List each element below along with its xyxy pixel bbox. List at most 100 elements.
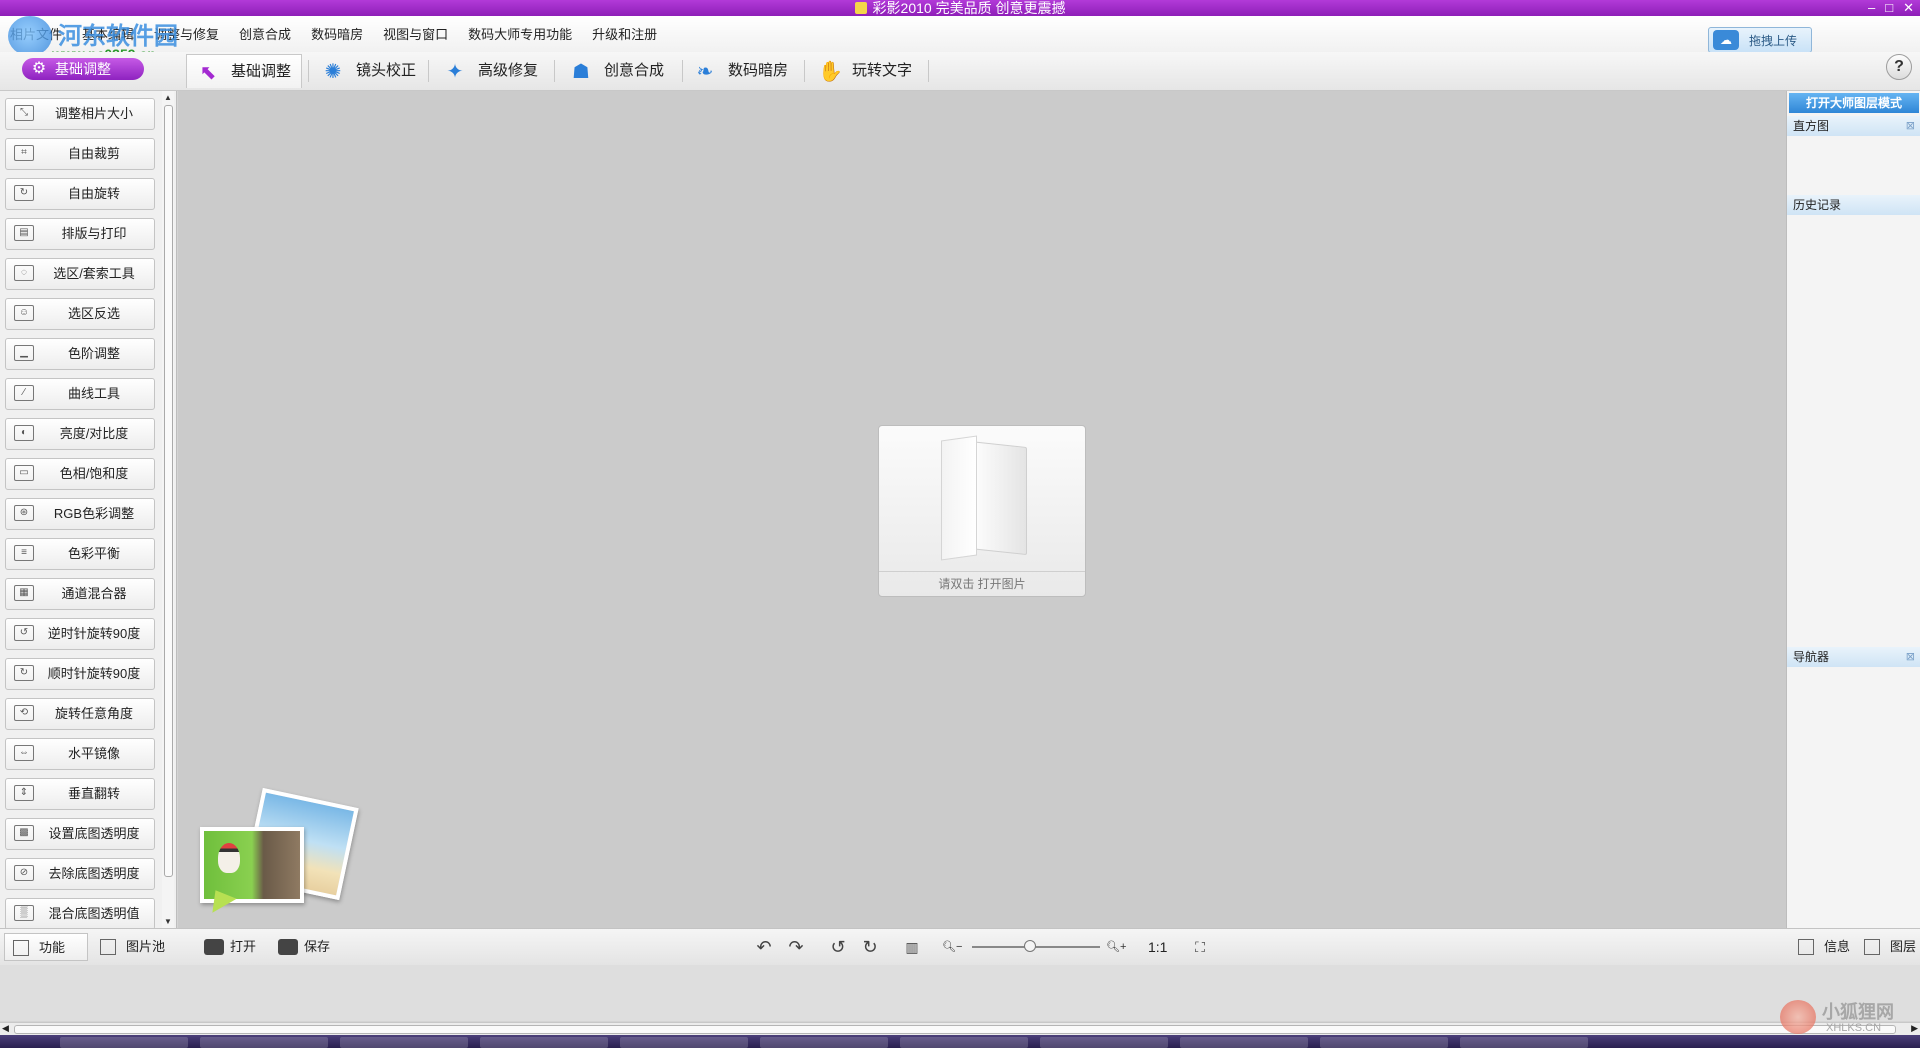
tool-levels[interactable]: ▁ 色阶调整 — [5, 338, 155, 370]
tool-remove-base-opacity[interactable]: ⊘ 去除底图透明度 — [5, 858, 155, 890]
taskbar-item[interactable] — [900, 1037, 1028, 1048]
compare-icon[interactable]: ▥ — [900, 935, 924, 959]
maximize-button[interactable]: □ — [1885, 0, 1893, 16]
tool-label: 逆时针旋转90度 — [47, 626, 141, 641]
tool-free-rotate[interactable]: ↻ 自由旋转 — [5, 178, 155, 210]
menu-item-creative-compose[interactable]: 创意合成 — [239, 24, 291, 43]
flip-vertical-icon: ⇕ — [14, 785, 34, 801]
tool-lasso[interactable]: ◌ 选区/套索工具 — [5, 258, 155, 290]
tab-lens-correction[interactable]: ✺ 镜头校正 — [312, 54, 424, 88]
aperture-icon: ✺ — [324, 61, 342, 83]
photo-pool-thumbnail[interactable] — [200, 787, 359, 917]
tab-function[interactable]: 功能 — [4, 933, 88, 961]
tool-horizontal-mirror[interactable]: ⇔ 水平镜像 — [5, 738, 155, 770]
tool-color-balance[interactable]: ≡ 色彩平衡 — [5, 538, 155, 570]
tool-layout-print[interactable]: ▤ 排版与打印 — [5, 218, 155, 250]
menu-bar: 相片文件 基本编辑 调整与修复 创意合成 数码暗房 视图与窗口 数码大师专用功能… — [0, 16, 1920, 53]
tool-blend-base-opacity[interactable]: ▒ 混合底图透明值 — [5, 898, 155, 930]
tab-separator — [928, 60, 929, 82]
crop-arrow-icon: ⬉ — [199, 62, 217, 84]
open-image-card[interactable]: 请双击 打开图片 — [878, 425, 1086, 597]
tab-separator — [308, 60, 309, 82]
tool-rotate-ccw-90[interactable]: ↺ 逆时针旋转90度 — [5, 618, 155, 650]
drag-upload-button[interactable]: ☁ 拖拽上传 — [1708, 27, 1812, 53]
menu-item-darkroom[interactable]: 数码暗房 — [311, 24, 363, 43]
zoom-out-icon[interactable]: 🔍︎− — [942, 940, 962, 953]
tab-layers[interactable]: 图层 — [1856, 933, 1918, 961]
undo-icon[interactable]: ↶ — [752, 935, 776, 959]
tool-label: 去除底图透明度 — [48, 866, 140, 881]
close-icon[interactable]: ⊠ — [1906, 647, 1915, 667]
tool-curves[interactable]: ∕ 曲线工具 — [5, 378, 155, 410]
taskbar-item[interactable] — [1320, 1037, 1448, 1048]
fit-screen-icon[interactable]: ⛶ — [1188, 935, 1212, 959]
tab-picture-pool[interactable]: 图片池 — [92, 933, 176, 961]
tool-channel-mixer[interactable]: ▦ 通道混合器 — [5, 578, 155, 610]
tool-label: 水平镜像 — [67, 746, 120, 761]
menu-item-upgrade-register[interactable]: 升级和注册 — [592, 24, 657, 43]
tab-advanced-repair[interactable]: ✦ 高级修复 — [434, 54, 550, 88]
close-icon[interactable]: ⊠ — [1906, 116, 1915, 136]
scroll-left-icon[interactable]: ◀ — [2, 1023, 9, 1034]
tool-rotate-any-angle[interactable]: ⟲ 旋转任意角度 — [5, 698, 155, 730]
scroll-up-icon[interactable]: ▲ — [164, 93, 172, 102]
zoom-slider[interactable] — [972, 940, 1100, 952]
close-button[interactable]: ✕ — [1903, 0, 1914, 16]
resize-icon: ⤡ — [14, 105, 34, 121]
scrollbar-thumb[interactable] — [164, 105, 173, 877]
taskbar-item[interactable] — [1040, 1037, 1168, 1048]
scroll-down-icon[interactable]: ▼ — [164, 917, 172, 926]
tool-set-base-opacity[interactable]: ▩ 设置底图透明度 — [5, 818, 155, 850]
window-title: 彩影2010 完美品质 创意更震撼 — [872, 0, 1066, 16]
left-panel-scrollbar[interactable]: ▲ ▼ — [162, 91, 174, 928]
redo-icon[interactable]: ↷ — [784, 935, 808, 959]
taskbar-item[interactable] — [1460, 1037, 1588, 1048]
open-master-layer-mode-button[interactable]: 打开大师图层模式 — [1789, 93, 1919, 113]
open-image-hint: 请双击 打开图片 — [879, 571, 1085, 596]
taskbar-item[interactable] — [480, 1037, 608, 1048]
save-button[interactable]: 保存 — [274, 933, 338, 961]
horizontal-scrollbar-thumb[interactable] — [14, 1025, 1896, 1034]
tool-resize-photo[interactable]: ⤡ 调整相片大小 — [5, 98, 155, 130]
menu-item-photo-file[interactable]: 相片文件 — [10, 24, 62, 43]
zoom-slider-knob[interactable] — [1024, 940, 1036, 952]
tool-rotate-cw-90[interactable]: ↻ 顺时针旋转90度 — [5, 658, 155, 690]
tool-vertical-flip[interactable]: ⇕ 垂直翻转 — [5, 778, 155, 810]
minimize-button[interactable]: – — [1868, 0, 1875, 16]
tab-digital-darkroom[interactable]: ❧ 数码暗房 — [684, 54, 800, 88]
tab-creative-compose[interactable]: ☗ 创意合成 — [560, 54, 678, 88]
taskbar-item[interactable] — [1180, 1037, 1308, 1048]
menu-item-basic-edit[interactable]: 基本编辑 — [82, 24, 134, 43]
help-button[interactable]: ? — [1886, 54, 1912, 80]
rotate-right-icon[interactable]: ↻ — [858, 935, 882, 959]
tool-hue-saturation[interactable]: ▭ 色相/饱和度 — [5, 458, 155, 490]
histogram-header: 直方图 ⊠ — [1787, 116, 1920, 136]
taskbar-item[interactable] — [760, 1037, 888, 1048]
tab-label: 基础调整 — [231, 63, 292, 80]
actual-size-button[interactable]: 1:1 — [1148, 935, 1167, 959]
tool-brightness-contrast[interactable]: ◐ 亮度/对比度 — [5, 418, 155, 450]
menu-item-master-functions[interactable]: 数码大师专用功能 — [468, 24, 572, 43]
menu-item-adjust-repair[interactable]: 调整与修复 — [154, 24, 219, 43]
taskbar-item[interactable] — [200, 1037, 328, 1048]
menu-item-view-window[interactable]: 视图与窗口 — [383, 24, 448, 43]
zoom-in-icon[interactable]: 🔍︎+ — [1106, 940, 1126, 953]
tool-free-crop[interactable]: ⌗ 自由裁剪 — [5, 138, 155, 170]
open-button[interactable]: 打开 — [200, 933, 264, 961]
gear-icon: ⚙ — [31, 60, 47, 77]
image-canvas[interactable]: 请双击 打开图片 — [178, 91, 1786, 928]
scroll-right-icon[interactable]: ▶ — [1911, 1023, 1918, 1034]
taskbar-item[interactable] — [340, 1037, 468, 1048]
rotate-left-icon[interactable]: ↺ — [826, 935, 850, 959]
tab-info-label: 信息 — [1824, 939, 1851, 954]
tab-basic-adjust[interactable]: ⬉ 基础调整 — [186, 54, 302, 88]
taskbar-item[interactable] — [60, 1037, 188, 1048]
taskbar-item[interactable] — [620, 1037, 748, 1048]
tab-info[interactable]: 信息 — [1790, 933, 1852, 961]
horizontal-scrollbar[interactable]: ◀ ▶ — [0, 1022, 1920, 1035]
tool-rgb-adjust[interactable]: ⊛ RGB色彩调整 — [5, 498, 155, 530]
tab-separator — [428, 60, 429, 82]
tool-label: 选区反选 — [67, 306, 120, 321]
tab-play-with-text[interactable]: ✋ 玩转文字 — [808, 54, 926, 88]
tool-invert-selection[interactable]: ☺ 选区反选 — [5, 298, 155, 330]
